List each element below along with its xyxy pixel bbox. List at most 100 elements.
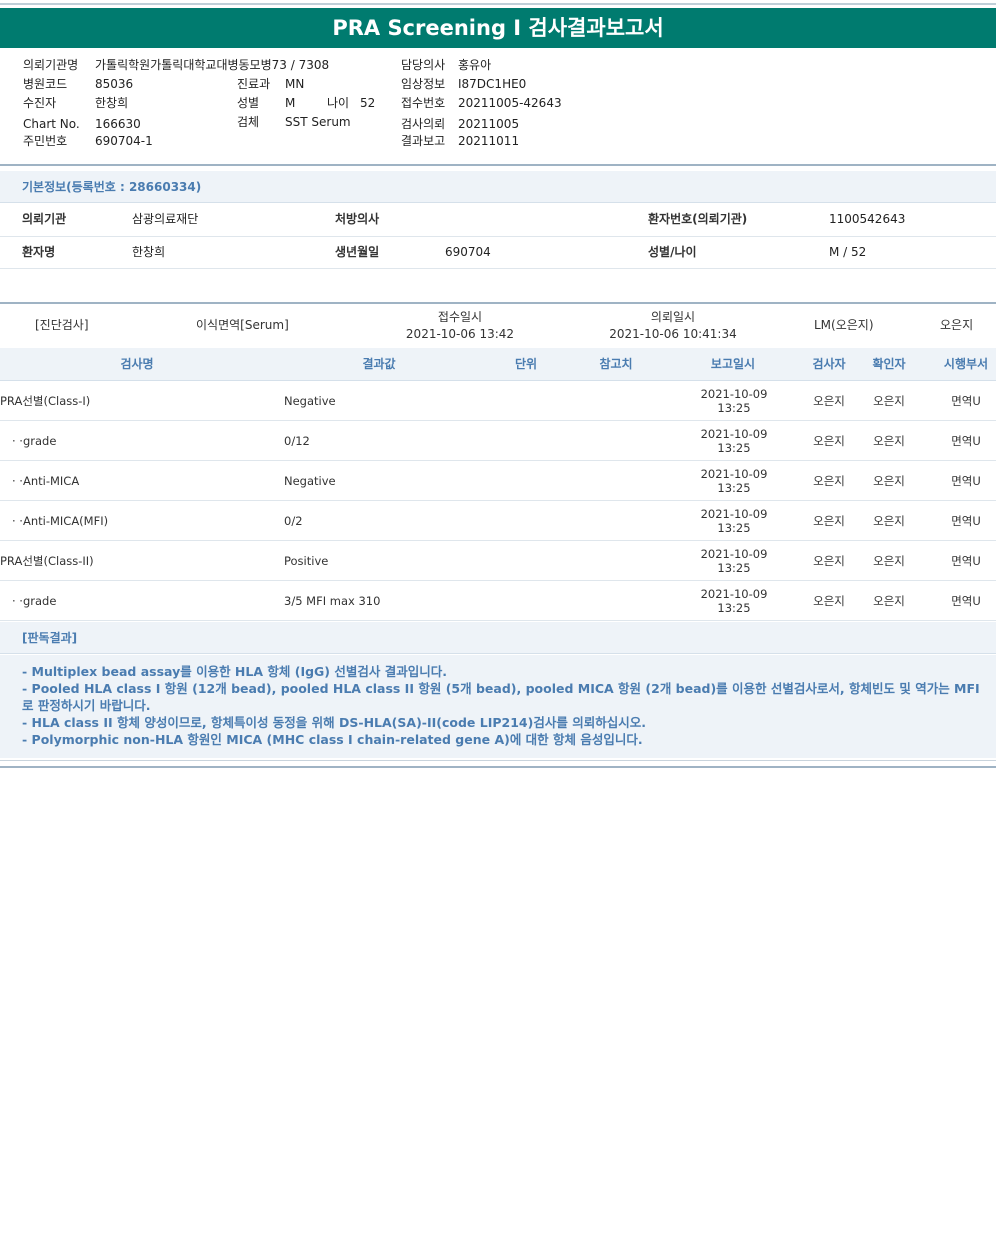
info-label: 환자번호(의뢰기관) [648,212,748,226]
test-name: · ·Anti-MICA(MFI) [12,514,109,528]
specimen-value: SST Serum [285,115,351,129]
institution-value: 가톨릭학원가톨릭대학교대병동모병73 / 7308 [95,58,330,72]
top-border-line [0,3,996,5]
info-label: 처방의사 [335,212,380,226]
test-value: 3/5 MFI max 310 [284,594,381,608]
col-checker: 확인자 [872,357,906,371]
receiver-value: 한창희 [95,96,129,110]
info-label: 의뢰기관 [22,212,67,226]
checker: 오은지 [873,554,905,568]
report-date-value: 20211011 [458,134,520,148]
col-department: 시행부서 [943,357,989,371]
tester: 오은지 [813,394,845,408]
table-row: · ·grade 0/12 2021-10-09 13:25 오은지 오은지 면… [0,421,996,461]
tester: 오은지 [813,474,845,488]
report-time: 13:25 [717,401,751,415]
footer-divider [0,760,996,761]
department: 면역U [951,394,981,408]
doctor-value: 홍유아 [458,58,492,72]
clinical-info-value: I87DC1HE0 [458,77,527,91]
department: 면역U [951,434,981,448]
tester: 오은지 [813,594,845,608]
test-value: Negative [284,394,336,408]
col-test-name: 검사명 [120,357,154,371]
info-value: 690704 [445,245,491,259]
checker: 오은지 [873,594,905,608]
receipt-tester: 오은지 [940,318,974,332]
chart-no-label: Chart No. [23,117,80,131]
report-time: 13:25 [717,441,751,455]
info-value: 1100542643 [829,212,906,226]
requested-label: 의뢰일시 [650,310,696,324]
resident-id-value: 690704-1 [95,134,153,148]
tester: 오은지 [813,554,845,568]
header-divider [0,164,996,166]
interpretation-title: [판독결과] [0,622,996,654]
test-value: 0/2 [284,514,303,528]
test-name: · ·Anti-MICA [12,474,80,488]
receipt-reviewer: LM(오은지) [814,318,874,332]
request-date-value: 20211005 [458,117,520,131]
checker: 오은지 [873,394,905,408]
info-value: 한창희 [132,245,166,259]
department-value: MN [285,77,305,91]
test-name: PRA선별(Class-II) [0,554,94,568]
interpretation-line: - Multiplex bead assay를 이용한 HLA 항체 (IgG)… [22,664,447,679]
department: 면역U [951,474,981,488]
requested-value: 2021-10-06 10:41:34 [609,327,737,341]
interpretation-line: - Polymorphic non-HLA 항원인 MICA (MHC clas… [22,732,643,747]
hospital-code-value: 85036 [95,77,134,91]
report-date: 2021-10-09 [700,467,768,481]
col-result: 결과값 [362,357,396,371]
col-tester: 검사자 [812,357,846,371]
report-date: 2021-10-09 [700,547,768,561]
test-name: · ·grade [12,434,57,448]
test-value: Positive [284,554,329,568]
age-label: 나이 [327,96,350,110]
resident-id-label: 주민번호 [23,134,68,148]
received-label: 접수일시 [437,310,483,324]
receipt-category: [진단검사] [35,318,89,332]
hospital-code-label: 병원코드 [23,77,68,91]
col-report-date: 보고일시 [710,357,756,371]
checker: 오은지 [873,514,905,528]
table-row: · ·Anti-MICA Negative 2021-10-09 13:25 오… [0,461,996,501]
institution-label: 의뢰기관명 [23,58,79,72]
chart-no-value: 166630 [95,117,141,131]
received-value: 2021-10-06 13:42 [405,327,515,341]
request-date-label: 검사의뢰 [401,117,446,131]
receiver-label: 수진자 [23,96,57,110]
report-date-label: 결과보고 [401,134,446,148]
info-value: M / 52 [829,245,867,259]
results-table-header: 검사명 결과값 단위 참고치 보고일시 검사자 확인자 시행부서 [0,348,996,381]
report-title: PRA Screening I 검사결과보고서 [0,8,996,48]
info-label: 환자명 [22,245,56,259]
department: 면역U [951,514,981,528]
clinical-info-label: 임상정보 [401,77,446,91]
test-value: Negative [284,474,336,488]
info-label: 성별/나이 [648,245,697,259]
accession-value: 20211005-42643 [458,96,562,110]
info-value: 삼광의료재단 [132,212,199,226]
test-name: · ·grade [12,594,57,608]
report-time: 13:25 [717,561,751,575]
col-unit: 단위 [514,357,538,371]
test-value: 0/12 [284,434,310,448]
report-date: 2021-10-09 [700,507,768,521]
test-name: PRA선별(Class-I) [0,394,91,408]
report-time: 13:25 [717,521,751,535]
accession-label: 접수번호 [401,96,446,110]
age-value: 52 [360,96,376,110]
report-date: 2021-10-09 [700,387,768,401]
checker: 오은지 [873,474,905,488]
sex-label: 성별 [237,96,260,110]
table-row: PRA선별(Class-II) Positive 2021-10-09 13:2… [0,541,996,581]
report-date: 2021-10-09 [700,587,768,601]
table-row: PRA선별(Class-I) Negative 2021-10-09 13:25… [0,381,996,421]
table-row: · ·Anti-MICA(MFI) 0/2 2021-10-09 13:25 오… [0,501,996,541]
tester: 오은지 [813,434,845,448]
footer-divider-bottom [0,766,996,768]
table-row: · ·grade 3/5 MFI max 310 2021-10-09 13:2… [0,581,996,621]
tester: 오은지 [813,514,845,528]
basic-info-title: 기본정보(등록번호 : 28660334) [0,171,996,203]
